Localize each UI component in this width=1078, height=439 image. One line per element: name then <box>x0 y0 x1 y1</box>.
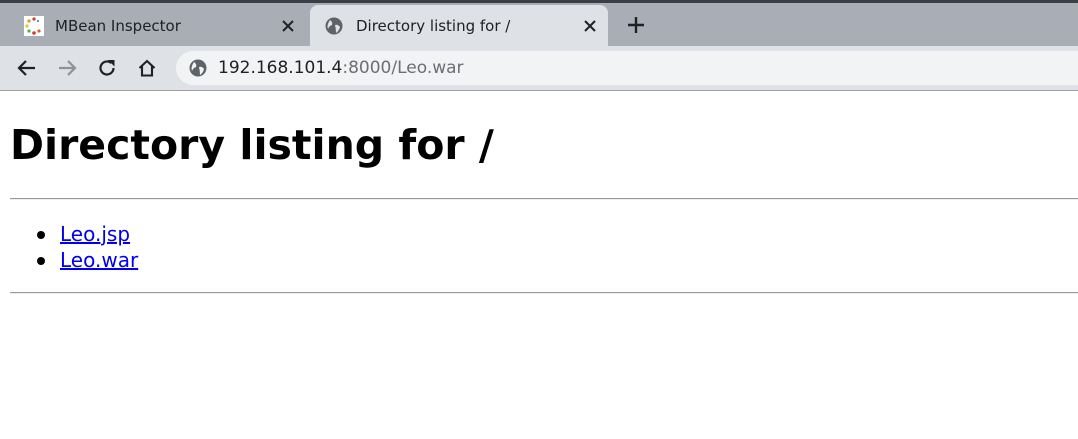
page-content: Directory listing for / Leo.jsp Leo.war <box>0 91 1078 439</box>
new-tab-button[interactable] <box>622 11 650 39</box>
home-icon <box>138 59 156 77</box>
close-icon[interactable] <box>578 14 602 38</box>
divider-bottom <box>10 292 1078 294</box>
tab-mbean-inspector[interactable]: MBean Inspector <box>10 5 306 46</box>
globe-icon <box>325 17 343 34</box>
browser-window: MBean Inspector Directory listing for / <box>0 0 1078 439</box>
forward-button[interactable] <box>53 54 81 82</box>
home-button[interactable] <box>133 54 161 82</box>
file-link-leo-war[interactable]: Leo.war <box>60 247 138 273</box>
url-text[interactable]: 192.168.101.4:8000/Leo.war <box>218 58 464 78</box>
tab-strip: MBean Inspector Directory listing for / <box>0 0 1078 46</box>
close-icon[interactable] <box>276 14 300 38</box>
address-bar[interactable]: 192.168.101.4:8000/Leo.war <box>176 51 1078 85</box>
plus-icon <box>628 17 644 33</box>
forward-arrow-icon <box>59 60 77 76</box>
bullet-icon <box>37 257 45 265</box>
back-button[interactable] <box>13 54 41 82</box>
url-host: 192.168.101.4 <box>218 58 343 78</box>
browser-toolbar: 192.168.101.4:8000/Leo.war <box>0 46 1078 91</box>
mbean-inspector-favicon <box>24 15 44 36</box>
back-arrow-icon <box>17 60 35 76</box>
reload-icon <box>99 60 115 76</box>
site-info-icon[interactable] <box>188 58 208 78</box>
tab-title: MBean Inspector <box>55 16 181 35</box>
reload-button[interactable] <box>93 54 121 82</box>
bullet-icon <box>37 231 45 239</box>
page-title: Directory listing for / <box>10 121 494 169</box>
tab-title: Directory listing for / <box>356 16 511 35</box>
file-link-leo-jsp[interactable]: Leo.jsp <box>60 221 130 247</box>
divider-top <box>10 198 1078 200</box>
tab-directory-listing[interactable]: Directory listing for / <box>310 5 608 46</box>
url-path: :8000/Leo.war <box>342 58 464 78</box>
